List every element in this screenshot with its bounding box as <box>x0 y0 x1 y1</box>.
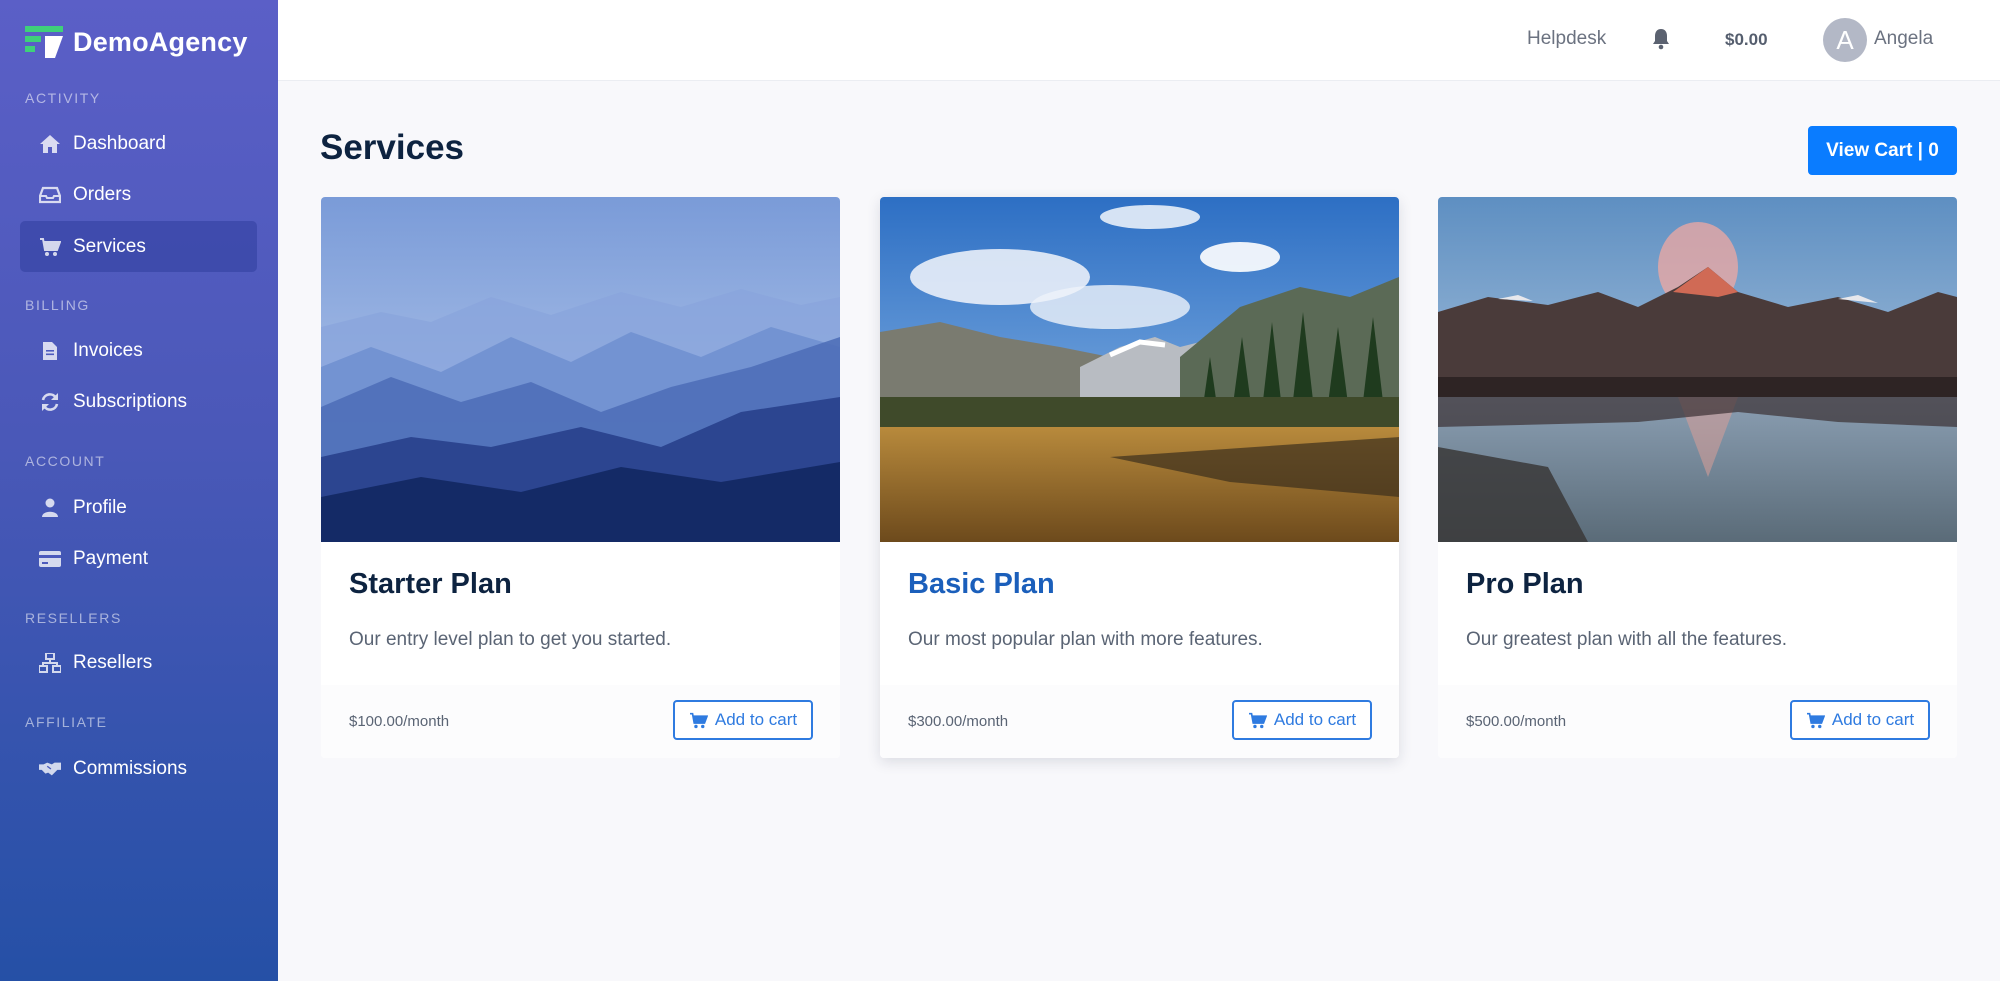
helpdesk-link[interactable]: Helpdesk <box>1527 28 1606 50</box>
add-to-cart-label: Add to cart <box>714 710 798 729</box>
view-cart-button[interactable]: View Cart | 0 <box>1808 126 1957 175</box>
sitemap-icon <box>39 652 61 674</box>
refresh-icon <box>39 391 61 413</box>
plan-price: $500.00/month <box>1466 713 1567 730</box>
plan-image <box>880 197 1399 542</box>
add-to-cart-label: Add to cart <box>1273 710 1357 729</box>
cart-icon <box>1248 712 1267 728</box>
sidebar-item-label: Services <box>73 235 146 257</box>
section-label-billing: BILLING <box>25 297 90 313</box>
plan-description: Our greatest plan with all the features. <box>1466 629 1788 650</box>
plan-price: $300.00/month <box>908 713 1009 730</box>
section-label-affiliate: AFFILIATE <box>25 714 108 730</box>
sidebar-item-label: Profile <box>73 496 127 518</box>
plan-image <box>1438 197 1957 542</box>
home-icon <box>39 133 61 155</box>
sidebar-item-label: Commissions <box>73 757 188 779</box>
sidebar-item-label: Orders <box>73 183 132 205</box>
bell-icon[interactable] <box>1652 28 1670 55</box>
sidebar-item-commissions[interactable]: Commissions <box>20 743 257 794</box>
plan-description: Our most popular plan with more features… <box>908 629 1263 650</box>
plan-card-basic: Basic Plan Our most popular plan with mo… <box>880 197 1399 758</box>
cart-icon <box>39 236 61 258</box>
plan-card-pro: Pro Plan Our greatest plan with all the … <box>1438 197 1957 758</box>
sidebar-item-subscriptions[interactable]: Subscriptions <box>20 376 257 427</box>
sidebar-item-label: Resellers <box>73 651 153 673</box>
sidebar-item-profile[interactable]: Profile <box>20 482 257 533</box>
brand-name: DemoAgency <box>73 26 248 57</box>
plan-title: Basic Plan <box>908 568 1055 600</box>
page-title: Services <box>320 128 465 167</box>
section-label-activity: ACTIVITY <box>25 90 101 106</box>
sidebar-item-label: Dashboard <box>73 132 166 154</box>
add-to-cart-button[interactable]: Add to cart <box>1790 700 1930 740</box>
user-icon <box>39 497 61 519</box>
sidebar-item-orders[interactable]: Orders <box>20 169 257 220</box>
handshake-icon <box>39 758 61 780</box>
logo-icon <box>25 26 63 58</box>
add-to-cart-label: Add to cart <box>1831 710 1915 729</box>
plan-description: Our entry level plan to get you started. <box>349 629 672 650</box>
credit-card-icon <box>39 548 61 570</box>
sidebar-item-label: Subscriptions <box>73 390 188 412</box>
topbar: Helpdesk $0.00 A Angela <box>278 0 2000 81</box>
brand-logo[interactable]: DemoAgency <box>25 26 248 58</box>
sidebar-item-dashboard[interactable]: Dashboard <box>20 118 257 169</box>
account-balance[interactable]: $0.00 <box>1725 30 1768 50</box>
add-to-cart-button[interactable]: Add to cart <box>673 700 813 740</box>
plan-card-starter: Starter Plan Our entry level plan to get… <box>321 197 840 758</box>
section-label-account: ACCOUNT <box>25 453 106 469</box>
sidebar-item-invoices[interactable]: Invoices <box>20 325 257 376</box>
sidebar-item-payment[interactable]: Payment <box>20 533 257 584</box>
sidebar-item-services[interactable]: Services <box>20 221 257 272</box>
plan-title: Pro Plan <box>1466 568 1584 600</box>
plan-image <box>321 197 840 542</box>
sidebar-item-label: Payment <box>73 547 148 569</box>
add-to-cart-button[interactable]: Add to cart <box>1232 700 1372 740</box>
plan-title: Starter Plan <box>349 568 512 600</box>
inbox-icon <box>39 184 61 206</box>
sidebar: DemoAgency ACTIVITY Dashboard Orders Ser… <box>0 0 278 981</box>
cart-icon <box>689 712 708 728</box>
sidebar-item-resellers[interactable]: Resellers <box>20 637 257 688</box>
file-icon <box>39 340 61 362</box>
sidebar-item-label: Invoices <box>73 339 143 361</box>
cart-icon <box>1806 712 1825 728</box>
username[interactable]: Angela <box>1874 28 1933 50</box>
avatar[interactable]: A <box>1823 18 1867 62</box>
section-label-resellers: RESELLERS <box>25 610 122 626</box>
plan-price: $100.00/month <box>349 713 450 730</box>
